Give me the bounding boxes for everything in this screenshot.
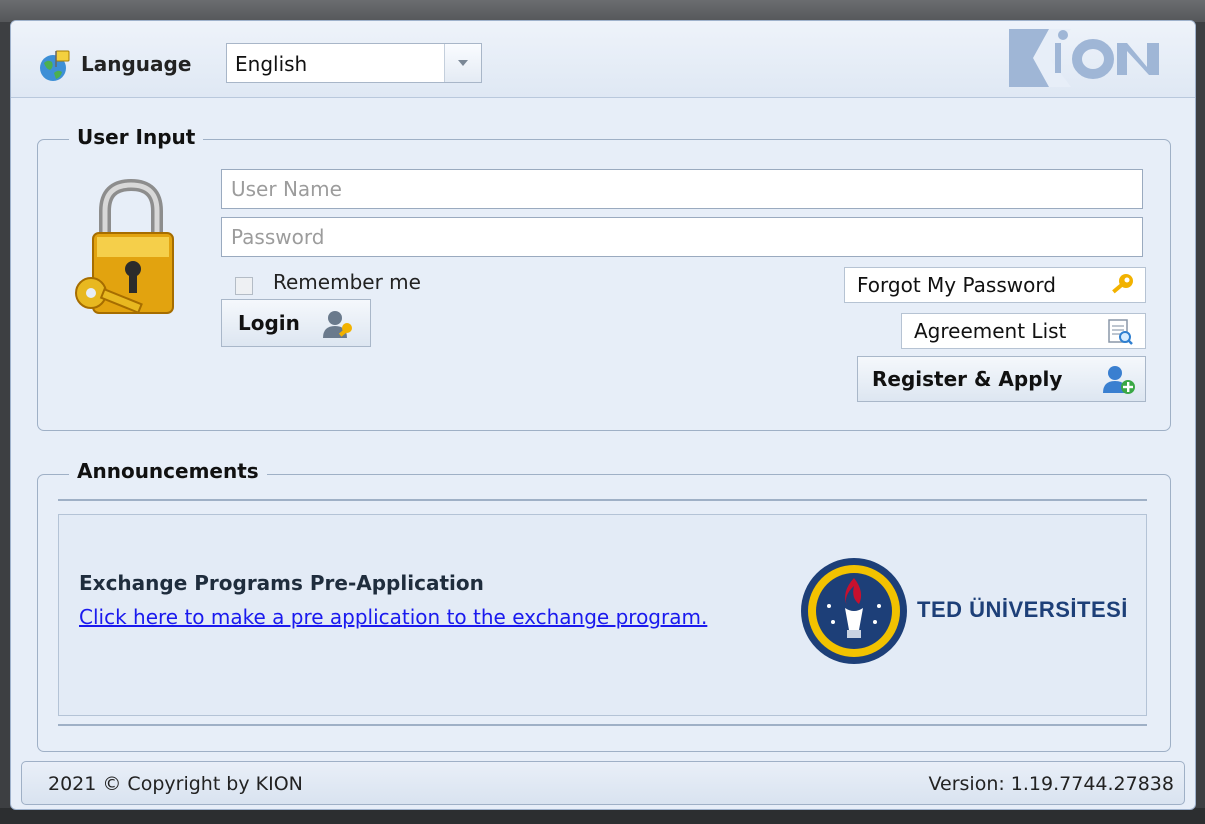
ted-university-seal-icon: [801, 558, 907, 664]
divider: [58, 724, 1147, 726]
pre-application-link[interactable]: Click here to make a pre application to …: [79, 603, 739, 632]
desktop-background-bottom: [0, 808, 1205, 824]
register-apply-label: Register & Apply: [872, 367, 1063, 391]
password-input[interactable]: [221, 217, 1143, 257]
footer-bar: 2021 © Copyright by KION Version: 1.19.7…: [21, 761, 1185, 805]
agreement-list-button[interactable]: Agreement List: [901, 313, 1146, 349]
padlock-key-icon: [75, 178, 174, 314]
key-icon: [1112, 274, 1133, 294]
register-apply-button[interactable]: Register & Apply: [857, 356, 1146, 402]
document-search-icon: [1108, 319, 1133, 345]
chevron-down-icon[interactable]: [444, 44, 481, 82]
forgot-password-label: Forgot My Password: [857, 273, 1056, 297]
globe-flag-icon: [40, 50, 70, 81]
forgot-password-button[interactable]: Forgot My Password: [844, 267, 1146, 303]
announcement-title: Exchange Programs Pre-Application: [79, 571, 484, 595]
desktop-background-top: [0, 0, 1205, 22]
agreement-list-label: Agreement List: [914, 319, 1067, 343]
add-user-icon: [1103, 366, 1135, 394]
copyright-text: 2021 © Copyright by KION: [48, 773, 303, 795]
announcements-legend: Announcements: [69, 459, 267, 483]
remember-me-label[interactable]: Remember me: [273, 270, 421, 294]
login-window: Language English User Input Remember me: [10, 20, 1196, 810]
header-bar: Language English: [11, 21, 1195, 98]
username-input[interactable]: [221, 169, 1143, 209]
language-label: Language: [81, 52, 192, 76]
language-dropdown[interactable]: English: [226, 43, 482, 83]
kion-logo: [1009, 29, 1159, 87]
language-selected-value: English: [235, 52, 308, 76]
login-button-label: Login: [238, 311, 300, 335]
user-input-legend: User Input: [69, 125, 204, 149]
login-button[interactable]: Login: [221, 299, 371, 347]
remember-me-checkbox[interactable]: [235, 277, 253, 295]
user-key-icon: [323, 311, 352, 338]
version-text: Version: 1.19.7744.27838: [928, 773, 1175, 795]
divider: [58, 499, 1147, 501]
ted-university-name: TED ÜNİVERSİTESİ: [917, 597, 1128, 622]
